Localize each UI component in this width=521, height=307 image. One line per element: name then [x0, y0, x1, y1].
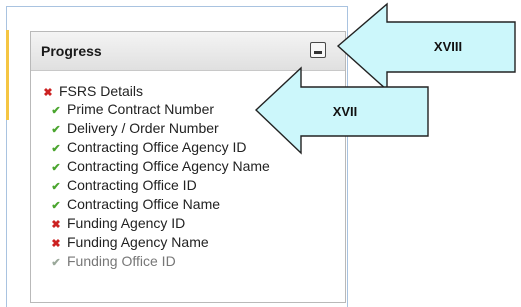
callout-arrow-xviii — [336, 2, 516, 92]
callout-label-xviii: XVIII — [434, 39, 462, 54]
callout-label-xvii: XVII — [333, 104, 358, 119]
callout-overlay: XVIII XVII — [254, 2, 516, 155]
